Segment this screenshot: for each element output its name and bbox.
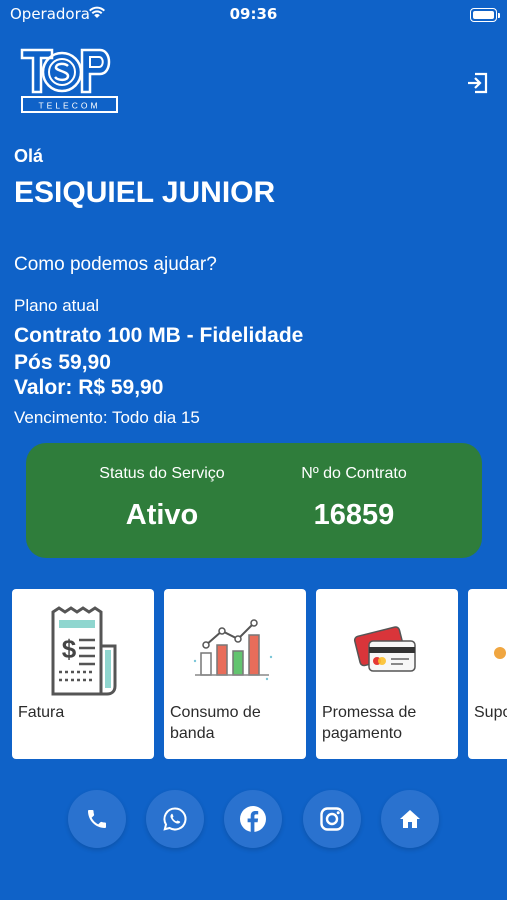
service-card-label: Suporte <box>474 704 507 721</box>
facebook-button[interactable] <box>224 790 282 848</box>
services-carousel[interactable]: $ Fatura Consumo de banda Promessa de pa… <box>12 589 507 759</box>
plan-value: Valor: R$ 59,90 <box>14 376 164 399</box>
service-status: Status do Serviço Ativo <box>62 465 262 532</box>
plan-name: Contrato 100 MB - Fidelidade Pós 59,90 <box>14 324 304 374</box>
service-card-payment-promise[interactable]: Promessa de pagamento <box>316 589 458 759</box>
help-text: Como podemos ajudar? <box>14 254 217 275</box>
status-time: 09:36 <box>229 5 278 23</box>
phone-button[interactable] <box>68 790 126 848</box>
contract-number: Nº do Contrato 16859 <box>254 465 454 532</box>
service-card-support[interactable]: Suporte <box>468 589 507 759</box>
contact-actions <box>0 790 507 850</box>
service-card-label: Promessa de pagamento <box>322 704 417 742</box>
bandwidth-chart-icon <box>164 607 306 697</box>
svg-text:$: $ <box>62 634 77 664</box>
logout-button[interactable] <box>463 68 493 98</box>
invoice-icon: $ <box>12 606 154 697</box>
logout-icon <box>468 72 488 94</box>
top-telecom-logo: TELECOM <box>20 44 120 116</box>
battery-icon <box>470 8 500 22</box>
instagram-icon <box>320 807 344 831</box>
plan-label: Plano atual <box>14 296 100 315</box>
home-button[interactable] <box>381 790 439 848</box>
credit-cards-icon <box>316 607 458 697</box>
service-status-value: Ativo <box>125 499 199 531</box>
support-icon <box>468 607 507 697</box>
contract-number-value: 16859 <box>313 499 395 531</box>
service-card-label: Fatura <box>18 704 65 721</box>
contract-number-label: Nº do Contrato <box>301 465 407 482</box>
whatsapp-button[interactable] <box>146 790 204 848</box>
service-status-label: Status do Serviço <box>99 465 225 482</box>
greeting-text: Olá <box>14 146 44 166</box>
service-card-label: Consumo de banda <box>170 704 261 742</box>
home-icon <box>400 810 420 828</box>
whatsapp-icon <box>163 807 187 831</box>
phone-icon <box>88 810 106 828</box>
status-bar: Operadora 09:36 <box>0 0 507 30</box>
service-card-invoice[interactable]: $ Fatura <box>12 589 154 759</box>
due-date: Vencimento: Todo dia 15 <box>14 408 200 427</box>
instagram-button[interactable] <box>303 790 361 848</box>
service-card-bandwidth[interactable]: Consumo de banda <box>164 589 306 759</box>
user-name: ESIQUIEL JUNIOR <box>14 176 276 209</box>
service-status-card: Status do Serviço Ativo Nº do Contrato 1… <box>26 443 482 558</box>
facebook-icon <box>240 806 266 832</box>
logo-subtitle: TELECOM <box>38 101 100 111</box>
